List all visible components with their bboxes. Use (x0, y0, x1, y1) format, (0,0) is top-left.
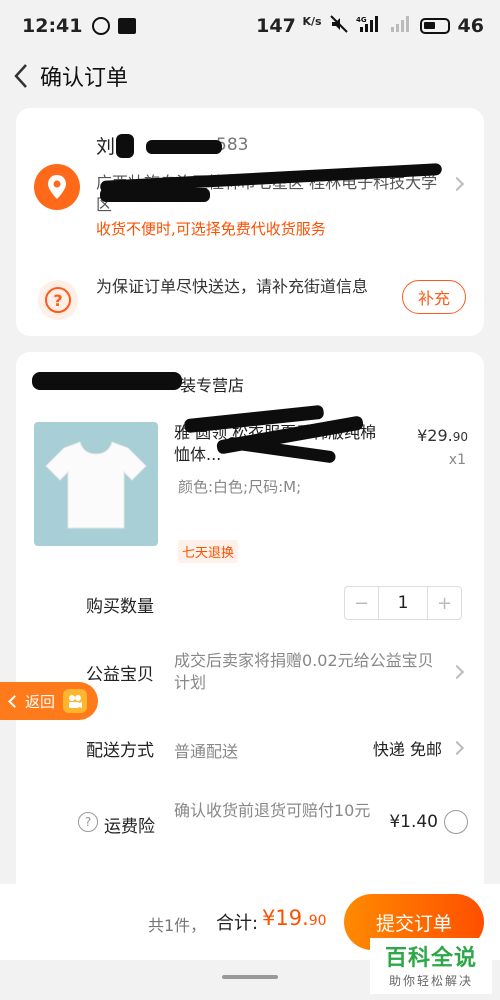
chevron-right-icon (449, 664, 465, 680)
product-price: ¥29.90 (417, 426, 468, 445)
floating-back-button[interactable]: 返回 (0, 682, 98, 720)
notification-circle-icon (92, 17, 111, 35)
floating-back-label: 返回 (25, 692, 56, 711)
arrow-left-icon (8, 694, 21, 708)
signal-2-icon (390, 15, 412, 38)
mute-icon (329, 14, 348, 38)
question-icon: ? (38, 280, 78, 320)
product-sku: 颜色:白色;尺码:M; (178, 478, 302, 496)
battery-level: 46 (457, 15, 484, 37)
chevron-right-icon (449, 740, 465, 756)
kuaishou-icon (63, 689, 88, 713)
street-info-tip: 为保证订单尽快送达，请补充街道信息 (96, 277, 369, 296)
insurance-price: ¥1.40 (389, 812, 438, 832)
watermark-logo: 百科全说 助你轻松解决 (370, 938, 492, 994)
message-icon (118, 18, 137, 34)
insurance-label: 运费险 (104, 817, 155, 837)
page-title: 确认订单 (40, 66, 129, 91)
tshirt-icon (45, 441, 147, 529)
quantity-stepper[interactable]: − 1 + (344, 586, 462, 620)
return-policy-badge: 七天退换 (178, 540, 239, 563)
insurance-text: 确认收货前退货可赔付10元 (174, 801, 371, 820)
delivery-label: 配送方式 (86, 741, 154, 761)
order-card: 装专营店 雅 圆领 松衣服夏季韩版纯棉 恤体... 颜色:白色;尺码:M; 七天… (16, 352, 484, 912)
address-card[interactable]: 刘 583 广西壮族自治区桂林市七星区 桂林电子科技大学区 收货不便时,可选择免… (16, 108, 484, 336)
increment-button[interactable]: + (427, 587, 461, 619)
insurance-radio[interactable] (444, 810, 468, 834)
redaction-mark (146, 140, 222, 154)
nav-bar: 确认订单 (0, 52, 500, 100)
svg-text:4G: 4G (356, 16, 367, 24)
location-pin-icon (34, 164, 80, 210)
status-time: 12:41 (22, 15, 83, 37)
home-indicator[interactable] (222, 975, 278, 979)
network-speed: 147 K/s (256, 15, 322, 37)
battery-icon (419, 18, 450, 34)
signal-icon: 4G (356, 15, 382, 38)
product-image[interactable] (34, 422, 158, 546)
quantity-value[interactable]: 1 (379, 587, 427, 619)
delivery-method: 普通配送 (174, 742, 239, 761)
item-count: 共1件， (148, 916, 207, 935)
status-bar: 12:41 147 K/s 4G 46 (0, 0, 500, 52)
total-label: 合计: (216, 913, 259, 934)
collect-service-tip[interactable]: 收货不便时,可选择免费代收货服务 (96, 218, 326, 239)
product-quantity: x1 (448, 452, 466, 468)
delivery-option[interactable]: 快递 免邮 (373, 736, 442, 760)
help-question-icon[interactable]: ? (78, 812, 98, 832)
decrement-button[interactable]: − (345, 587, 379, 619)
store-name[interactable]: 装专营店 (32, 372, 244, 396)
recipient-name: 刘 (96, 136, 116, 158)
redaction-mark (100, 188, 210, 202)
charity-label: 公益宝贝 (86, 665, 154, 685)
supplement-button[interactable]: 补充 (402, 280, 466, 314)
charity-text[interactable]: 成交后卖家将捐赠0.02元给公益宝贝计划 (174, 650, 444, 694)
chevron-left-icon (14, 64, 27, 88)
total-amount: ¥19.90 (262, 906, 327, 930)
back-button[interactable] (6, 56, 36, 96)
quantity-label: 购买数量 (86, 597, 154, 617)
status-right-group: 147 K/s 4G 46 (256, 14, 484, 38)
redaction-mark (116, 134, 134, 158)
